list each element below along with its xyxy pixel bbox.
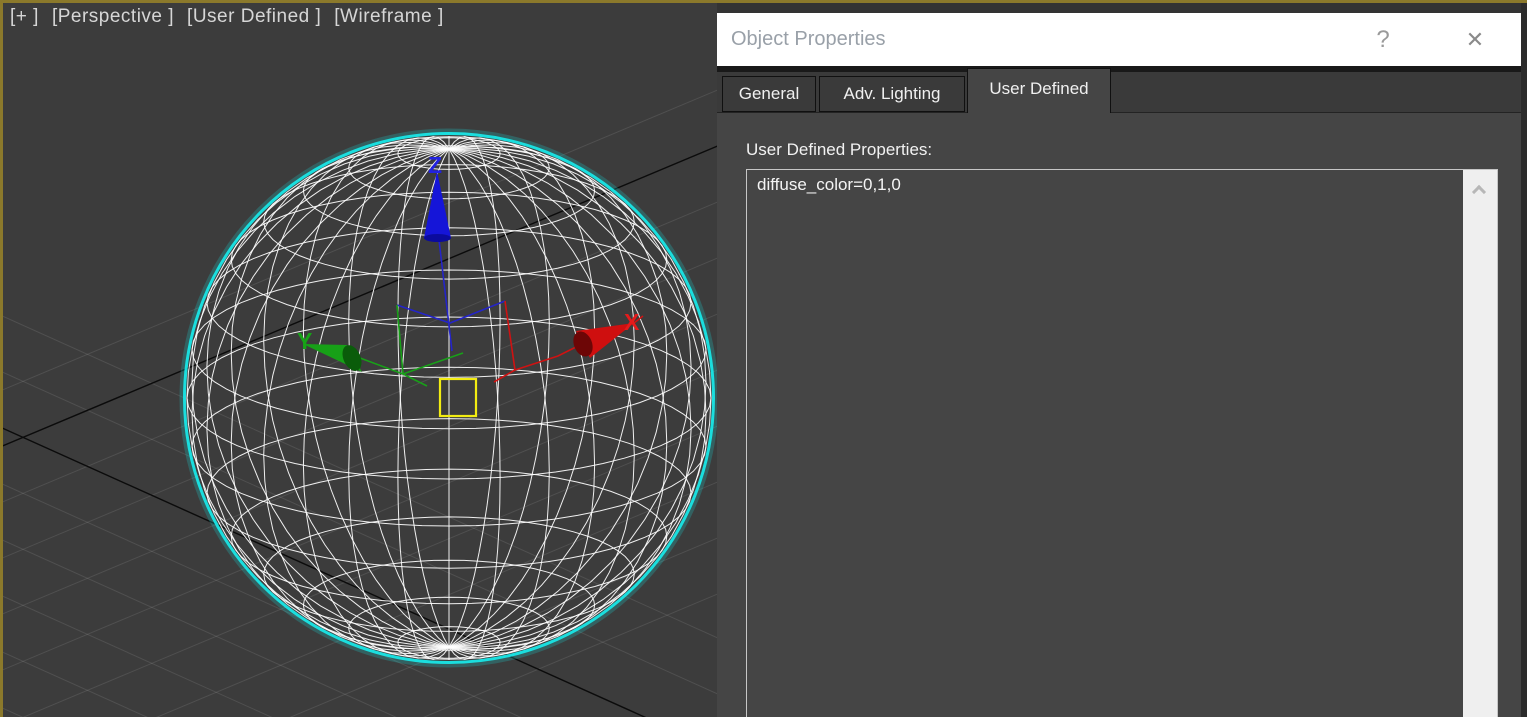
tab-general[interactable]: General	[722, 76, 816, 112]
viewport-canvas[interactable]: Z Y X	[3, 3, 717, 717]
viewport-label-menus: [+ ] [Perspective ] [User Defined ] [Wir…	[10, 6, 444, 28]
y-axis-label: Y	[297, 328, 312, 354]
move-gizmo: Z Y X	[297, 152, 643, 416]
tab-user-defined[interactable]: User Defined	[967, 68, 1111, 113]
viewport-active-border	[0, 0, 1527, 3]
y-axis-line	[403, 353, 463, 374]
xy-plane-handle[interactable]	[440, 379, 476, 416]
viewport-userdefined-menu[interactable]: [User Defined ]	[187, 6, 321, 28]
close-button[interactable]: ✕	[1455, 13, 1495, 66]
tab-adv-lighting[interactable]: Adv. Lighting	[819, 76, 965, 112]
user-defined-properties-field[interactable]: diffuse_color=0,1,0	[746, 169, 1498, 717]
background-panel-edge	[1521, 0, 1527, 717]
dialog-title-bar[interactable]: Object Properties ? ✕	[717, 13, 1521, 66]
y-axis-stub	[403, 374, 427, 386]
help-button[interactable]: ?	[1363, 13, 1403, 66]
vertical-scrollbar[interactable]	[1463, 170, 1497, 717]
object-properties-dialog: Object Properties ? ✕ General Adv. Light…	[717, 13, 1521, 717]
chevron-up-icon	[1472, 185, 1486, 199]
user-defined-properties-label: User Defined Properties:	[746, 140, 932, 160]
viewport-shading-menu[interactable]: [Wireframe ]	[334, 6, 443, 28]
z-axis-label: Z	[428, 152, 442, 178]
viewport-general-menu[interactable]: [+ ]	[10, 6, 39, 28]
z-axis-line	[439, 240, 452, 351]
user-defined-properties-text[interactable]: diffuse_color=0,1,0	[757, 175, 1453, 195]
x-axis-line	[515, 346, 578, 370]
tab-pane-border	[717, 112, 1521, 113]
application-window: Z Y X [+ ] [Perspective ] [User Defined …	[0, 0, 1527, 717]
z-axis-arrow-base	[424, 234, 451, 242]
perspective-viewport[interactable]: Z Y X [+ ] [Perspective ] [User Defined …	[0, 0, 717, 717]
scroll-up-button[interactable]	[1463, 178, 1497, 200]
dialog-title: Object Properties	[731, 13, 886, 66]
viewport-pov-menu[interactable]: [Perspective ]	[52, 6, 174, 28]
x-plane-line	[505, 301, 515, 370]
dialog-tab-strip: General Adv. Lighting User Defined	[717, 66, 1521, 113]
x-axis-label: X	[624, 309, 640, 335]
